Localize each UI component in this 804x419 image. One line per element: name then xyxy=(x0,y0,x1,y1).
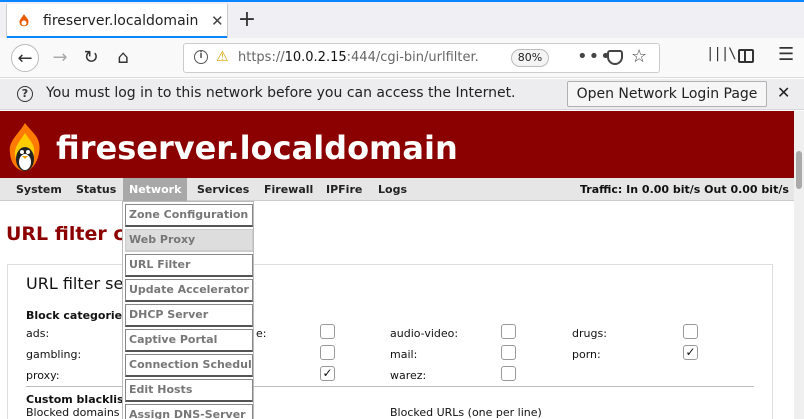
category-label: mail: xyxy=(390,348,418,361)
back-button[interactable]: ← xyxy=(11,44,39,72)
category-label-partial: e: xyxy=(256,327,267,340)
category-checkbox[interactable] xyxy=(683,324,698,339)
sidebar-icon[interactable] xyxy=(738,49,754,63)
menu-status[interactable]: Status xyxy=(70,178,122,201)
dropdown-assign-dns-server[interactable]: Assign DNS-Server xyxy=(125,404,253,419)
forward-button[interactable]: → xyxy=(46,44,74,72)
notification-close-icon[interactable]: ✕ xyxy=(777,83,790,102)
browser-window: fireserver.localdomain - U ✕ + ← → ↻ ⌂ i… xyxy=(0,0,804,419)
dropdown-dhcp-server[interactable]: DHCP Server xyxy=(125,304,253,327)
menu-ipfire[interactable]: IPFire xyxy=(320,178,368,201)
traffic-indicator: Traffic: In 0.00 bit/s Out 0.00 bit/s xyxy=(580,183,789,196)
category-label: audio-video: xyxy=(390,327,459,340)
reload-button[interactable]: ↻ xyxy=(77,44,105,72)
home-button[interactable]: ⌂ xyxy=(109,44,137,72)
menu-logs[interactable]: Logs xyxy=(372,178,413,201)
menu-network[interactable]: Network xyxy=(123,178,188,201)
dropdown-update-accelerator[interactable]: Update Accelerator xyxy=(125,279,253,302)
pocket-icon[interactable] xyxy=(607,50,623,65)
category-checkbox[interactable] xyxy=(320,324,335,339)
block-categories-heading: Block categories xyxy=(26,309,129,322)
main-menu-bar: System Status Network Services Firewall … xyxy=(0,178,794,201)
ipfire-favicon-icon xyxy=(19,14,29,27)
network-dropdown-menu: Zone Configuration Web Proxy URL Filter … xyxy=(122,201,254,419)
dropdown-captive-portal[interactable]: Captive Portal xyxy=(125,329,253,352)
new-tab-button[interactable]: + xyxy=(236,7,258,32)
category-checkbox[interactable] xyxy=(501,324,516,339)
category-label: ads: xyxy=(26,327,50,340)
category-label: warez: xyxy=(390,369,427,382)
navigation-bar: ← → ↻ ⌂ i ⚠ https://10.0.2.15:444/cgi-bi… xyxy=(0,38,804,78)
category-checkbox-checked[interactable]: ✓ xyxy=(320,366,335,381)
browser-tab[interactable]: fireserver.localdomain - U ✕ xyxy=(6,4,228,38)
bookmark-star-icon[interactable]: ☆ xyxy=(631,46,647,67)
site-header: fireserver.localdomain xyxy=(0,111,794,178)
site-title: fireserver.localdomain xyxy=(56,129,458,167)
category-checkbox[interactable] xyxy=(501,366,516,381)
url-text[interactable]: https://10.0.2.15:444/cgi-bin/urlfilter. xyxy=(238,50,503,65)
dropdown-edit-hosts[interactable]: Edit Hosts xyxy=(125,379,253,402)
blocked-urls-label: Blocked URLs (one per line) xyxy=(390,406,542,419)
category-label: drugs: xyxy=(572,327,607,340)
info-icon[interactable]: i xyxy=(194,50,208,64)
warning-lock-icon[interactable]: ⚠ xyxy=(216,49,229,65)
tab-close-icon[interactable]: ✕ xyxy=(211,12,224,30)
menu-services[interactable]: Services xyxy=(191,178,255,201)
custom-blacklist-heading: Custom blacklist xyxy=(26,393,129,406)
category-checkbox[interactable] xyxy=(501,345,516,360)
menu-firewall[interactable]: Firewall xyxy=(258,178,319,201)
zoom-level-badge[interactable]: 80% xyxy=(511,49,549,67)
page-viewport: fireserver.localdomain System Status Net… xyxy=(0,111,794,419)
category-label: porn: xyxy=(572,348,601,361)
category-label: proxy: xyxy=(26,369,60,382)
page-scrollbar[interactable] xyxy=(794,111,804,419)
porn-checkbox-checked[interactable]: ✓ xyxy=(683,345,698,360)
dropdown-connection-scheduler[interactable]: Connection Scheduler xyxy=(125,354,253,377)
dropdown-url-filter[interactable]: URL Filter xyxy=(125,254,253,277)
notification-text: You must log in to this network before y… xyxy=(46,85,516,101)
library-icon[interactable]: |||\ xyxy=(706,46,737,62)
menu-system[interactable]: System xyxy=(10,178,68,201)
tab-title: fireserver.localdomain - U xyxy=(43,13,203,29)
ipfire-logo-icon xyxy=(9,123,40,171)
category-checkbox[interactable] xyxy=(320,345,335,360)
blocked-domains-label: Blocked domains (o xyxy=(26,406,135,419)
category-label: gambling: xyxy=(26,348,82,361)
question-icon: ? xyxy=(17,86,33,102)
dropdown-zone-configuration[interactable]: Zone Configuration xyxy=(125,204,253,227)
tab-strip: fireserver.localdomain - U ✕ + xyxy=(0,0,804,38)
dropdown-web-proxy[interactable]: Web Proxy xyxy=(125,229,253,252)
url-bar[interactable]: i ⚠ https://10.0.2.15:444/cgi-bin/urlfil… xyxy=(183,43,660,73)
hamburger-menu-icon[interactable]: ☰ xyxy=(778,44,794,65)
captive-portal-notification: ? You must log in to this network before… xyxy=(0,79,804,110)
open-login-page-button[interactable]: Open Network Login Page xyxy=(567,81,767,107)
scrollbar-thumb[interactable] xyxy=(796,151,802,189)
